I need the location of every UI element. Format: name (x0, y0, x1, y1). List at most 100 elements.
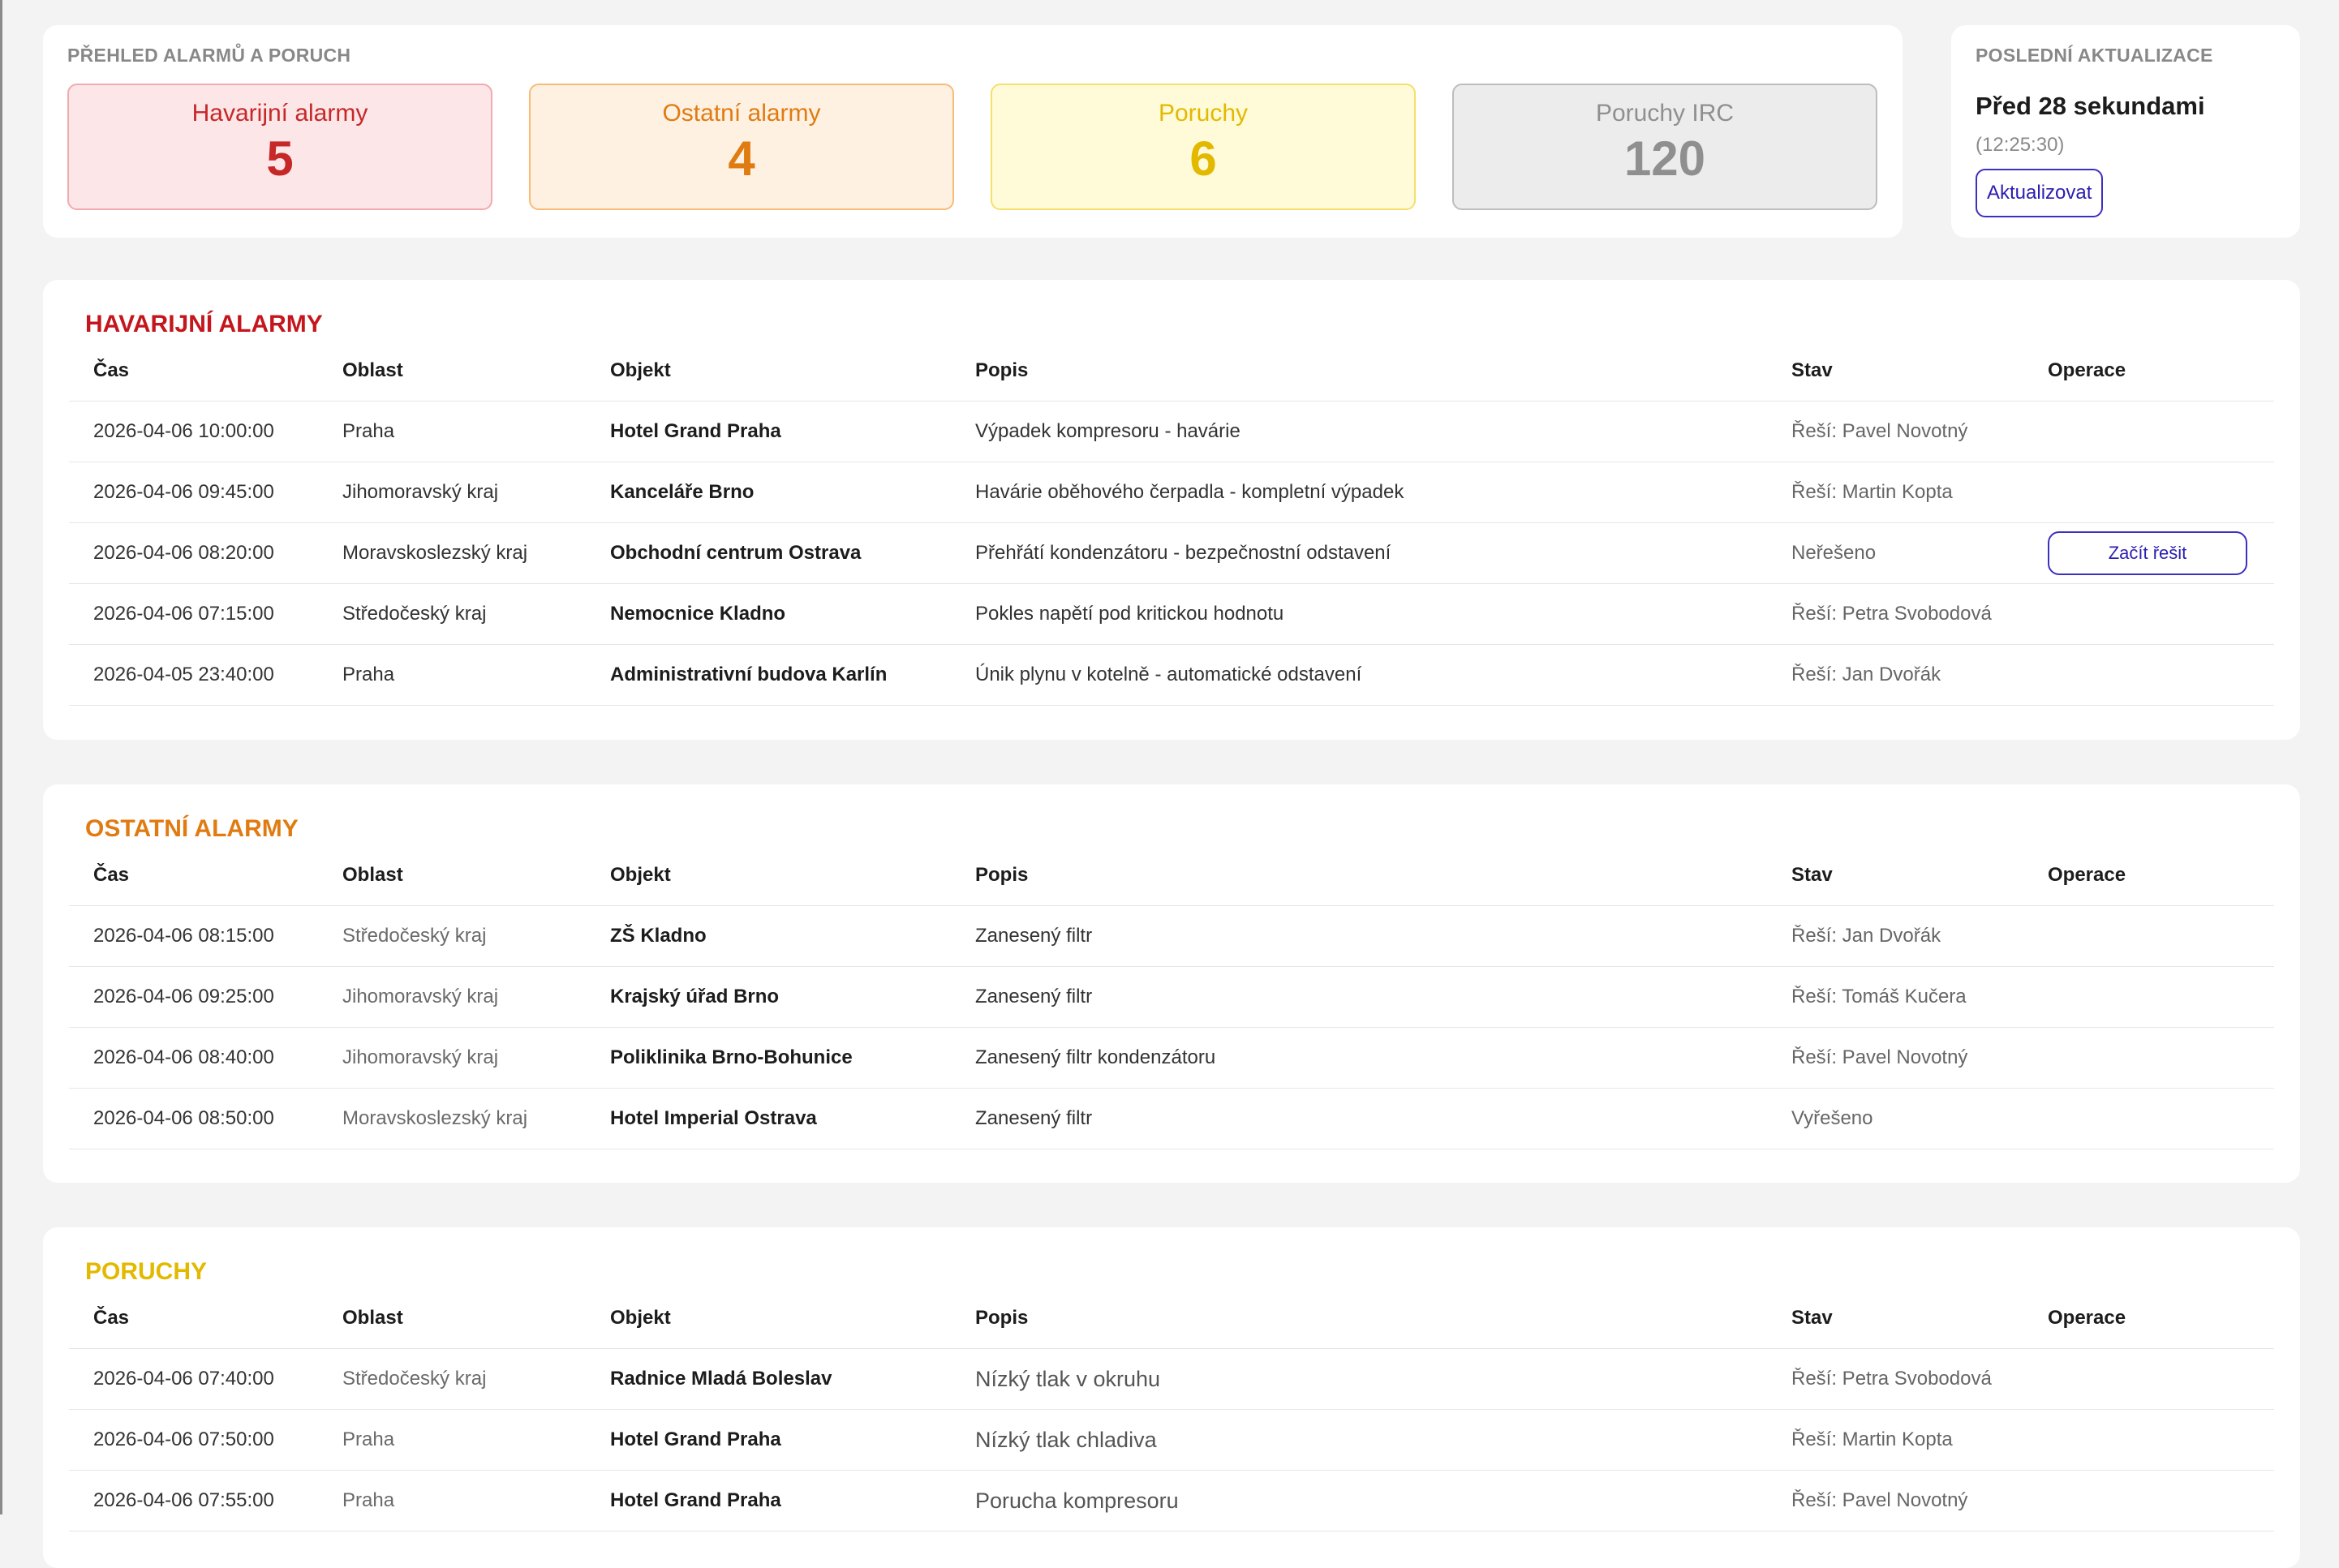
table-row[interactable]: 2026-04-06 09:45:00 Jihomoravský kraj Kanc… (69, 462, 2274, 523)
cell-stav: Řeší: Pavel Novotný (1767, 1027, 2023, 1089)
cell-stav: Řeší: Martin Kopta (1767, 462, 2023, 523)
cell-cas: 2026-04-06 07:15:00 (69, 583, 318, 645)
cell-oblast: Jihomoravský kraj (318, 966, 586, 1028)
counter-value: 120 (1623, 131, 1706, 186)
cell-stav: Řeší: Tomáš Kučera (1767, 966, 2023, 1028)
cell-oblast: Středočeský kraj (318, 1348, 586, 1410)
faults-table: Čas Oblast Objekt Popis Stav Operace 2026-04-… (69, 1288, 2274, 1531)
cell-operace (2023, 462, 2274, 523)
counter-label: Ostatní alarmy (662, 100, 821, 127)
table-row[interactable]: 2026-04-06 07:15:00 Středočeský kraj Nemoc… (69, 583, 2274, 645)
cell-cas: 2026-04-06 07:55:00 (69, 1470, 318, 1531)
cell-objekt: Hotel Imperial Ostrava (586, 1088, 951, 1149)
counter-value: 4 (728, 131, 755, 186)
column-header-oblast: Oblast (318, 1288, 586, 1349)
cell-stav: Řeší: Martin Kopta (1767, 1409, 2023, 1471)
counter-label: Poruchy (1158, 100, 1249, 127)
cell-cas: 2026-04-05 23:40:00 (69, 644, 318, 706)
cell-cas: 2026-04-06 07:50:00 (69, 1409, 318, 1471)
cell-oblast: Jihomoravský kraj (318, 462, 586, 523)
table-row[interactable]: 2026-04-06 08:50:00 Moravskoslezský kraj H… (69, 1088, 2274, 1149)
counter-value: 5 (266, 131, 294, 186)
cell-objekt: ZŠ Kladno (586, 905, 951, 967)
table-row[interactable]: 2026-04-06 08:15:00 Středočeský kraj ZŠ Kl… (69, 905, 2274, 967)
cell-oblast: Středočeský kraj (318, 583, 586, 645)
refresh-button[interactable]: Aktualizovat (1976, 169, 2104, 217)
cell-cas: 2026-04-06 08:50:00 (69, 1088, 318, 1149)
cell-cas: 2026-04-06 08:20:00 (69, 522, 318, 584)
column-header-cas: Čas (69, 1288, 318, 1349)
cell-operace (2023, 583, 2274, 645)
cell-popis: Nízký tlak v okruhu (951, 1348, 1767, 1410)
cell-oblast: Praha (318, 644, 586, 706)
table-row[interactable]: 2026-04-06 07:55:00 Praha Hotel Grand Prah… (69, 1470, 2274, 1531)
irc-faults-counter[interactable]: Poruchy IRC 120 (1452, 84, 1877, 210)
cell-stav: Řeší: Pavel Novotný (1767, 1470, 2023, 1531)
cell-stav: Řeší: Petra Svobodová (1767, 1348, 2023, 1410)
last-update-time: (12:25:30) (1976, 134, 2065, 156)
alarm-overview-panel: PŘEHLED ALARMŮ A PORUCH Havarijní alarmy… (43, 25, 1903, 238)
cell-oblast: Praha (318, 401, 586, 462)
cell-stav: Řeší: Petra Svobodová (1767, 583, 2023, 645)
cell-objekt: Hotel Grand Praha (586, 1409, 951, 1471)
cell-popis: Zanesený filtr (951, 966, 1767, 1028)
cell-oblast: Moravskoslezský kraj (318, 522, 586, 584)
counter-label: Poruchy IRC (1595, 100, 1735, 127)
cell-operace (2023, 1470, 2274, 1531)
last-update-panel: POSLEDNÍ AKTUALIZACE Před 28 sekundami (… (1951, 25, 2300, 238)
cell-cas: 2026-04-06 09:25:00 (69, 966, 318, 1028)
column-header-cas: Čas (69, 845, 318, 906)
cell-popis: Výpadek kompresoru - havárie (951, 401, 1767, 462)
table-row[interactable]: 2026-04-06 08:20:00 Moravskoslezský kraj O… (69, 522, 2274, 584)
cell-cas: 2026-04-06 09:45:00 (69, 462, 318, 523)
critical-alarms-counter[interactable]: Havarijní alarmy 5 (67, 84, 492, 210)
table-row[interactable]: 2026-04-06 10:00:00 Praha Hotel Grand Prah… (69, 401, 2274, 462)
column-header-oblast: Oblast (318, 341, 586, 402)
cell-objekt: Hotel Grand Praha (586, 401, 951, 462)
cell-operace: Začít řešit (2023, 522, 2274, 584)
cell-operace (2023, 1409, 2274, 1471)
column-header-stav: Stav (1767, 845, 2023, 906)
column-header-oblast: Oblast (318, 845, 586, 906)
cell-cas: 2026-04-06 08:40:00 (69, 1027, 318, 1089)
column-header-stav: Stav (1767, 1288, 2023, 1349)
column-header-cas: Čas (69, 341, 318, 402)
table-row[interactable]: 2026-04-06 08:40:00 Jihomoravský kraj Poli… (69, 1027, 2274, 1089)
counter-label: Havarijní alarmy (191, 100, 368, 127)
cell-operace (2023, 1348, 2274, 1410)
table-header-row: Čas Oblast Objekt Popis Stav Operace (69, 1288, 2274, 1349)
other-alarms-counter[interactable]: Ostatní alarmy 4 (529, 84, 954, 210)
column-header-operace: Operace (2023, 1288, 2274, 1349)
column-header-stav: Stav (1767, 341, 2023, 402)
critical-alarms-table: Čas Oblast Objekt Popis Stav Operace 2026-04-… (69, 341, 2274, 706)
cell-objekt: Hotel Grand Praha (586, 1470, 951, 1531)
cell-objekt: Administrativní budova Karlín (586, 644, 951, 706)
cell-cas: 2026-04-06 07:40:00 (69, 1348, 318, 1410)
cell-popis: Zanesený filtr (951, 905, 1767, 967)
faults-counter[interactable]: Poruchy 6 (991, 84, 1416, 210)
cell-stav: Neřešeno (1767, 522, 2023, 584)
cell-popis: Zanesený filtr kondenzátoru (951, 1027, 1767, 1089)
faults-section: PORUCHY Čas Oblast Objekt Popis Stav Operace … (43, 1227, 2300, 1568)
table-row[interactable]: 2026-04-05 23:40:00 Praha Administrativní … (69, 644, 2274, 706)
column-header-popis: Popis (951, 1288, 1767, 1349)
cell-popis: Zanesený filtr (951, 1088, 1767, 1149)
column-header-objekt: Objekt (586, 845, 951, 906)
cell-operace (2023, 1088, 2274, 1149)
table-row[interactable]: 2026-04-06 09:25:00 Jihomoravský kraj Kraj… (69, 966, 2274, 1028)
cell-stav: Vyřešeno (1767, 1088, 2023, 1149)
section-title: OSTATNÍ ALARMY (85, 815, 299, 842)
table-row[interactable]: 2026-04-06 07:50:00 Praha Hotel Grand Prah… (69, 1409, 2274, 1471)
cell-operace (2023, 401, 2274, 462)
table-header-row: Čas Oblast Objekt Popis Stav Operace (69, 341, 2274, 402)
cell-objekt: Nemocnice Kladno (586, 583, 951, 645)
cell-operace (2023, 905, 2274, 967)
start-resolving-button[interactable]: Začít řešit (2048, 531, 2247, 575)
cell-oblast: Středočeský kraj (318, 905, 586, 967)
cell-oblast: Moravskoslezský kraj (318, 1088, 586, 1149)
cell-cas: 2026-04-06 08:15:00 (69, 905, 318, 967)
section-title: PORUCHY (85, 1258, 208, 1285)
cell-objekt: Radnice Mladá Boleslav (586, 1348, 951, 1410)
last-update-relative: Před 28 sekundami (1976, 92, 2205, 120)
table-row[interactable]: 2026-04-06 07:40:00 Středočeský kraj Radni… (69, 1348, 2274, 1410)
